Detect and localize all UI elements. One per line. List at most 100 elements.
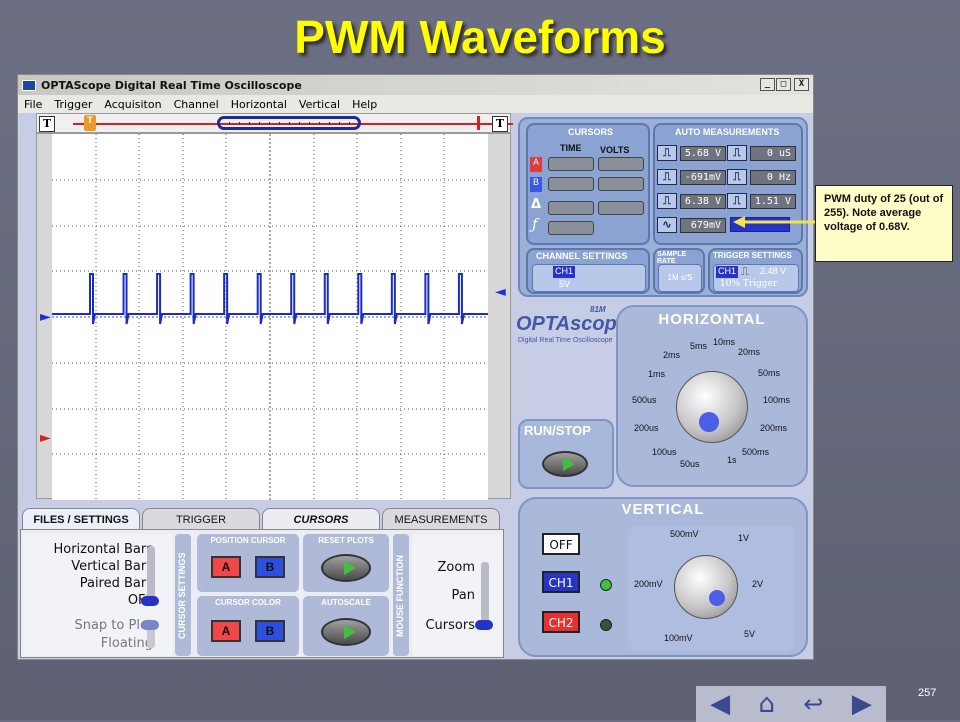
ch2-led-icon <box>600 619 612 631</box>
annotation-callout: PWM duty of 25 (out of 255). Note averag… <box>815 185 953 262</box>
channel-2-button[interactable]: CH2 <box>542 611 580 633</box>
sample-rate-value[interactable]: 1M s/S <box>658 264 702 292</box>
cursor-b-label: B <box>530 177 542 192</box>
h-label-500us: 500us <box>632 395 657 405</box>
runstop-title: RUN/STOP <box>524 423 591 438</box>
view-window-marker[interactable] <box>217 116 361 130</box>
option-horizontal-bars[interactable]: Horizontal Bars <box>53 542 153 557</box>
option-vertical-bars[interactable]: Vertical Bars <box>71 559 153 574</box>
window-titlebar: OPTAScope Digital Real Time Oscilloscope… <box>18 75 813 95</box>
close-button[interactable]: X <box>794 78 809 91</box>
horizontal-timebase-knob[interactable] <box>676 371 748 443</box>
h-label-5ms: 5ms <box>690 341 708 351</box>
h-label-10ms: 10ms <box>713 337 736 347</box>
vertical-panel: VERTICAL OFF CH1 CH2 500mV 1V 200mV 2V 1… <box>518 497 808 657</box>
tab-trigger[interactable]: TRIGGER <box>142 508 260 530</box>
mouse-function-slider-track[interactable] <box>481 562 489 626</box>
mouse-function-slider-thumb[interactable] <box>475 620 493 630</box>
cursors-section: CURSORS TIME VOLTS A B Δ ƒ <box>526 123 650 245</box>
autoscale-title: AUTOSCALE <box>321 598 371 607</box>
position-cursor-b-button[interactable]: B <box>255 556 285 578</box>
position-cursor-a-button[interactable]: A <box>211 556 241 578</box>
cursor-a-time-display <box>548 157 594 171</box>
channel-1-button[interactable]: CH1 <box>542 571 580 593</box>
volts-per-div-knob[interactable] <box>674 555 738 619</box>
runstop-panel: RUN/STOP <box>518 419 614 489</box>
h-label-1s: 1s <box>727 455 737 465</box>
menu-file[interactable]: File <box>24 98 42 111</box>
right-time-handle[interactable]: T <box>492 116 508 132</box>
cursor-settings-options: Horizontal Bars Vertical Bars Paired Bar… <box>23 534 173 656</box>
measure-frequency-value: 0 Hz <box>750 169 796 185</box>
return-icon[interactable]: ↩ <box>803 690 823 718</box>
minimize-button[interactable]: _ <box>760 78 775 91</box>
ch1-level-marker-icon[interactable]: ► <box>40 309 51 325</box>
trigger-level-marker-icon[interactable]: ◄ <box>495 284 506 300</box>
pulse-high-icon: ⎍ <box>657 145 677 161</box>
reset-plots-button[interactable] <box>321 554 371 582</box>
reset-plots-panel: RESET PLOTS <box>303 534 389 592</box>
measure-amplitude: ⎍ 6.38 V <box>657 193 726 209</box>
trigger-settings-box[interactable]: CH1 ⎍ 2.48 V 10% Trigger <box>713 264 799 292</box>
volts-knob-indicator <box>709 590 725 606</box>
callout-arrow <box>733 216 815 228</box>
v-label-1v: 1V <box>738 533 750 543</box>
v-label-2v: 2V <box>752 579 764 589</box>
tab-cursors[interactable]: CURSORS <box>262 508 380 530</box>
tab-files-settings[interactable]: FILES / SETTINGS <box>22 508 140 530</box>
cursor-color-b-button[interactable]: B <box>255 620 285 642</box>
pulse-low-icon: ⎍ <box>657 169 677 185</box>
maximize-button[interactable]: □ <box>776 78 791 91</box>
trigger-position-marker[interactable]: T <box>84 115 96 131</box>
cursors-volts-header: VOLTS <box>600 145 630 155</box>
tab-measurements[interactable]: MEASUREMENTS <box>382 508 500 530</box>
control-panel-top: CURSORS TIME VOLTS A B Δ ƒ AUTO MEASUREM… <box>518 117 808 297</box>
mouse-option-cursors[interactable]: Cursors <box>425 618 475 633</box>
h-label-200us: 200us <box>634 423 659 433</box>
trigger-settings-section: TRIGGER SETTINGS CH1 ⎍ 2.48 V 10% Trigge… <box>708 248 803 294</box>
cursors-title: CURSORS <box>568 127 614 137</box>
run-stop-button[interactable] <box>542 451 588 477</box>
measure-period-value: 1.51 V <box>750 193 796 209</box>
option-paired-bars[interactable]: Paired Bars <box>80 576 153 591</box>
menu-help[interactable]: Help <box>352 98 377 111</box>
next-slide-icon[interactable]: ▶ <box>852 689 872 719</box>
cursor-type-slider-thumb[interactable] <box>141 596 159 606</box>
menu-vertical[interactable]: Vertical <box>299 98 340 111</box>
h-label-1ms: 1ms <box>648 369 666 379</box>
cursors-time-header: TIME <box>560 143 582 153</box>
measure-period: ⎍ 1.51 V <box>727 193 796 209</box>
home-icon[interactable]: ⌂ <box>759 689 776 719</box>
slide-navigation: ◀ ⌂ ↩ ▶ <box>696 686 886 722</box>
cursor-mode-slider-thumb[interactable] <box>141 620 159 630</box>
volts-div-area: 500mV 1V 200mV 2V 100mV 5V <box>628 525 794 651</box>
h-label-500ms: 500ms <box>742 447 770 457</box>
v-label-5v: 5V <box>744 629 756 639</box>
left-time-handle[interactable]: T <box>39 116 55 132</box>
mouse-option-zoom[interactable]: Zoom <box>438 560 475 575</box>
h-label-20ms: 20ms <box>738 347 761 357</box>
trigger-channel: CH1 <box>716 266 738 278</box>
ch2-level-marker-icon[interactable]: ► <box>40 430 51 446</box>
time-position-bar[interactable]: T T T <box>36 113 513 133</box>
measure-amplitude-value: 6.38 V <box>680 193 726 209</box>
channel-off-button[interactable]: OFF <box>542 533 580 555</box>
trigger-settings-title: TRIGGER SETTINGS <box>713 251 792 260</box>
menu-acquisition[interactable]: Acquisiton <box>104 98 161 111</box>
h-label-100ms: 100ms <box>763 395 791 405</box>
option-floating[interactable]: Floating <box>101 636 153 651</box>
menu-channel[interactable]: Channel <box>174 98 219 111</box>
average-icon: ∿ <box>657 217 677 233</box>
h-label-50us: 50us <box>680 459 700 469</box>
menu-trigger[interactable]: Trigger <box>54 98 92 111</box>
channel-settings-box[interactable]: CH1 5V <box>532 264 646 292</box>
horizontal-title: HORIZONTAL <box>658 311 766 328</box>
menu-horizontal[interactable]: Horizontal <box>231 98 287 111</box>
waveform-grid[interactable] <box>52 134 499 500</box>
mouse-option-pan[interactable]: Pan <box>452 588 475 603</box>
scope-display[interactable]: ► ► ◄ <box>36 133 511 500</box>
previous-slide-icon[interactable]: ◀ <box>710 689 730 719</box>
cursor-color-a-button[interactable]: A <box>211 620 241 642</box>
autoscale-button[interactable] <box>321 618 371 646</box>
frequency-wave-icon: ⎍ <box>727 169 747 185</box>
